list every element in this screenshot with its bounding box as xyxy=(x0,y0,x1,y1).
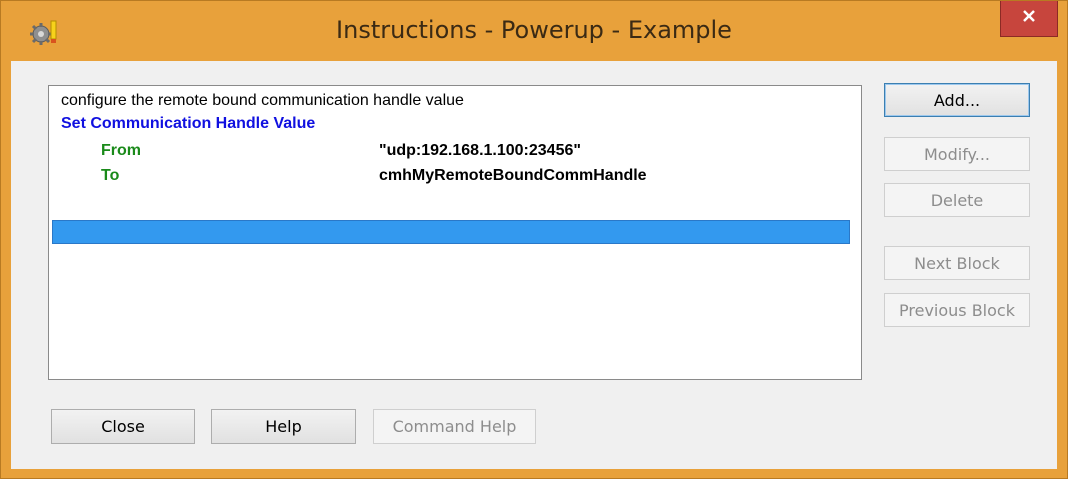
param-label-to[interactable]: To xyxy=(101,167,119,185)
delete-button[interactable]: Delete xyxy=(884,183,1030,217)
close-window-button[interactable] xyxy=(1000,1,1058,37)
help-button[interactable]: Help xyxy=(211,409,356,444)
param-value-from[interactable]: "udp:192.168.1.100:23456" xyxy=(379,142,581,160)
title-bar[interactable]: Instructions - Powerup - Example xyxy=(1,1,1067,61)
param-value-to[interactable]: cmhMyRemoteBoundCommHandle xyxy=(379,167,647,185)
command-line[interactable]: Set Communication Handle Value xyxy=(61,115,315,133)
add-button[interactable]: Add... xyxy=(884,83,1030,117)
dialog-window: Instructions - Powerup - Example configu… xyxy=(0,0,1068,479)
dialog-client-area: configure the remote bound communication… xyxy=(11,61,1057,469)
param-label-from[interactable]: From xyxy=(101,142,141,160)
next-block-button[interactable]: Next Block xyxy=(884,246,1030,280)
close-button[interactable]: Close xyxy=(51,409,195,444)
window-title: Instructions - Powerup - Example xyxy=(336,16,732,44)
command-help-button[interactable]: Command Help xyxy=(373,409,536,444)
comment-line[interactable]: configure the remote bound communication… xyxy=(61,92,464,110)
selected-empty-row[interactable] xyxy=(52,220,850,244)
previous-block-button[interactable]: Previous Block xyxy=(884,293,1030,327)
modify-button[interactable]: Modify... xyxy=(884,137,1030,171)
close-icon xyxy=(1021,8,1037,29)
instruction-list[interactable]: configure the remote bound communication… xyxy=(48,85,862,380)
